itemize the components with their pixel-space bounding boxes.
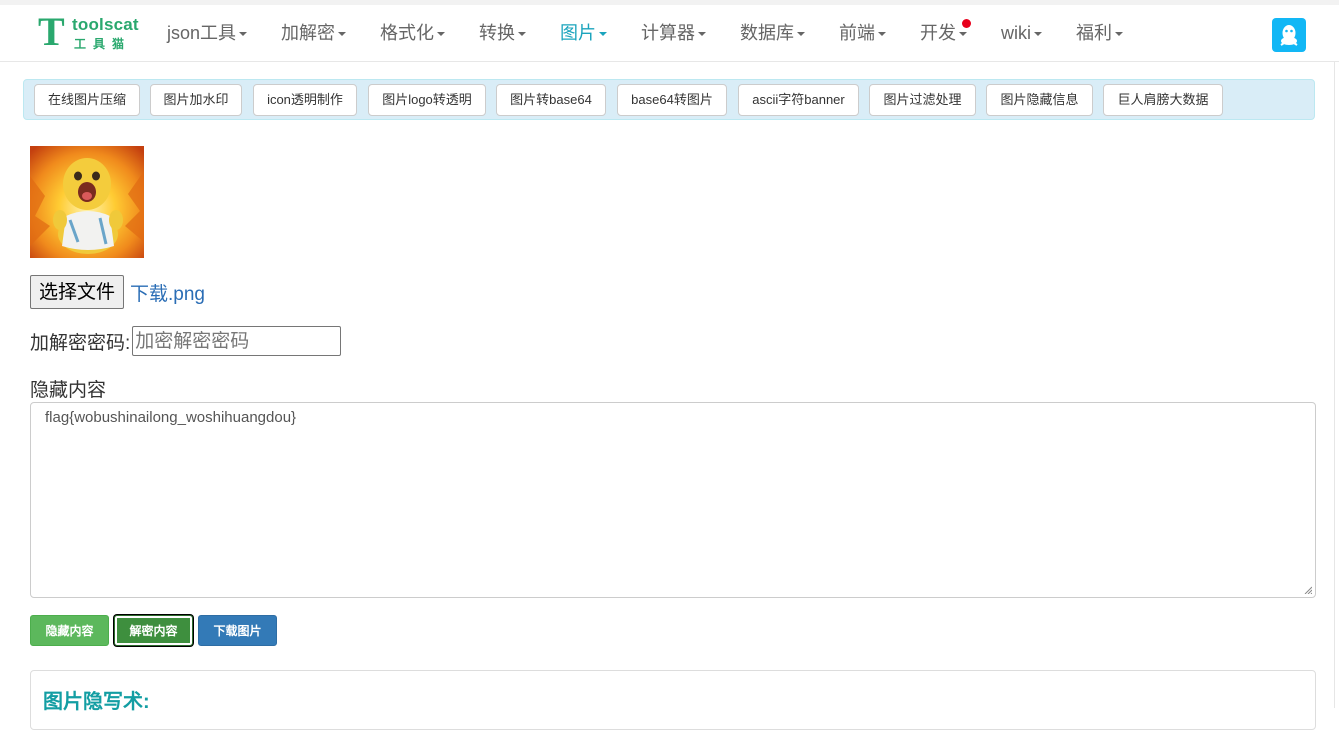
info-panel: 图片隐写术: bbox=[30, 670, 1316, 730]
tool-logo-transparent[interactable]: 图片logo转透明 bbox=[368, 84, 486, 116]
caret-down-icon bbox=[878, 32, 887, 37]
qq-button[interactable] bbox=[1272, 18, 1306, 52]
dinosaur-image bbox=[30, 146, 144, 258]
nav-item-label: 格式化 bbox=[380, 23, 435, 43]
tool-image-to-base64[interactable]: 图片转base64 bbox=[496, 84, 606, 116]
hide-content-button[interactable]: 隐藏内容 bbox=[30, 615, 109, 646]
logo-cn: 工具猫 bbox=[74, 37, 132, 51]
hidden-content-text: flag{wobushinailong_woshihuangdou} bbox=[45, 409, 297, 426]
navbar: T toolscat 工具猫 json工具 加解密 格式化 转换 图片 计算器 … bbox=[0, 5, 1339, 62]
logo-letter: T bbox=[38, 9, 65, 54]
toolscat-logo[interactable]: T toolscat 工具猫 bbox=[38, 10, 142, 54]
nav-item-welfare[interactable]: 福利 bbox=[1059, 5, 1140, 61]
nav-item-label: 图片 bbox=[560, 23, 597, 43]
caret-down-icon bbox=[599, 32, 608, 37]
tool-big-data[interactable]: 巨人肩膀大数据 bbox=[1103, 84, 1223, 116]
caret-down-icon bbox=[959, 32, 968, 37]
caret-down-icon bbox=[239, 32, 248, 37]
decrypt-content-button[interactable]: 解密内容 bbox=[114, 615, 193, 646]
nav-item-json[interactable]: json工具 bbox=[150, 5, 264, 61]
tool-image-watermark[interactable]: 图片加水印 bbox=[150, 84, 242, 116]
choose-file-button[interactable]: 选择文件 bbox=[30, 275, 125, 309]
hidden-content-textarea[interactable]: flag{wobushinailong_woshihuangdou} bbox=[30, 402, 1316, 598]
nav-item-image[interactable]: 图片 bbox=[543, 5, 624, 61]
caret-down-icon bbox=[518, 32, 527, 37]
logo-word: toolscat bbox=[72, 15, 139, 34]
nav-item-label: 前端 bbox=[839, 23, 876, 43]
file-select-row: 选择文件 下载.png bbox=[30, 275, 205, 309]
image-tools-bar: 在线图片压缩 图片加水印 icon透明制作 图片logo转透明 图片转base6… bbox=[23, 79, 1315, 120]
nav-item-frontend[interactable]: 前端 bbox=[822, 5, 903, 61]
nav-item-wiki[interactable]: wiki bbox=[984, 5, 1059, 61]
nav-item-crypto[interactable]: 加解密 bbox=[264, 5, 363, 61]
panel-title: 图片隐写术: bbox=[43, 691, 150, 713]
nav-item-format[interactable]: 格式化 bbox=[363, 5, 462, 61]
password-row: 加解密密码: bbox=[30, 326, 342, 356]
selected-file-name: 下载.png bbox=[130, 283, 205, 305]
nav-item-label: wiki bbox=[1001, 23, 1032, 43]
nav-item-label: 转换 bbox=[479, 23, 516, 43]
caret-down-icon bbox=[698, 32, 707, 37]
password-input[interactable] bbox=[132, 326, 342, 356]
download-image-button[interactable]: 下载图片 bbox=[198, 615, 277, 646]
caret-down-icon bbox=[437, 32, 446, 37]
tool-image-hide-info[interactable]: 图片隐藏信息 bbox=[986, 84, 1093, 116]
nav-item-database[interactable]: 数据库 bbox=[723, 5, 822, 61]
hidden-content-label: 隐藏内容 bbox=[30, 380, 107, 401]
caret-down-icon bbox=[797, 32, 806, 37]
caret-down-icon bbox=[338, 32, 347, 37]
nav-item-label: 加解密 bbox=[281, 23, 336, 43]
nav-item-dev[interactable]: 开发 bbox=[903, 5, 984, 61]
nav-item-label: 福利 bbox=[1076, 23, 1113, 43]
nav-item-label: 数据库 bbox=[740, 23, 795, 43]
uploaded-image-preview bbox=[30, 146, 144, 258]
nav-menu: json工具 加解密 格式化 转换 图片 计算器 数据库 前端 开发 wiki … bbox=[150, 5, 1140, 61]
tool-ascii-banner[interactable]: ascii字符banner bbox=[738, 84, 859, 116]
tool-icon-transparent[interactable]: icon透明制作 bbox=[253, 84, 357, 116]
nav-item-label: 开发 bbox=[920, 23, 957, 43]
qq-penguin-icon bbox=[1280, 25, 1298, 46]
password-label: 加解密密码: bbox=[30, 332, 131, 354]
tool-base64-to-image[interactable]: base64转图片 bbox=[617, 84, 727, 116]
scrollbar-edge bbox=[1334, 62, 1335, 708]
resize-grip-icon[interactable] bbox=[1304, 586, 1312, 594]
nav-item-convert[interactable]: 转换 bbox=[462, 5, 543, 61]
notification-dot bbox=[962, 19, 972, 28]
nav-item-calculator[interactable]: 计算器 bbox=[624, 5, 723, 61]
caret-down-icon bbox=[1034, 32, 1043, 37]
caret-down-icon bbox=[1115, 32, 1124, 37]
tool-image-compress[interactable]: 在线图片压缩 bbox=[34, 84, 140, 116]
tool-image-filter[interactable]: 图片过滤处理 bbox=[869, 84, 976, 116]
nav-item-label: json工具 bbox=[167, 23, 237, 43]
nav-item-label: 计算器 bbox=[641, 23, 696, 43]
